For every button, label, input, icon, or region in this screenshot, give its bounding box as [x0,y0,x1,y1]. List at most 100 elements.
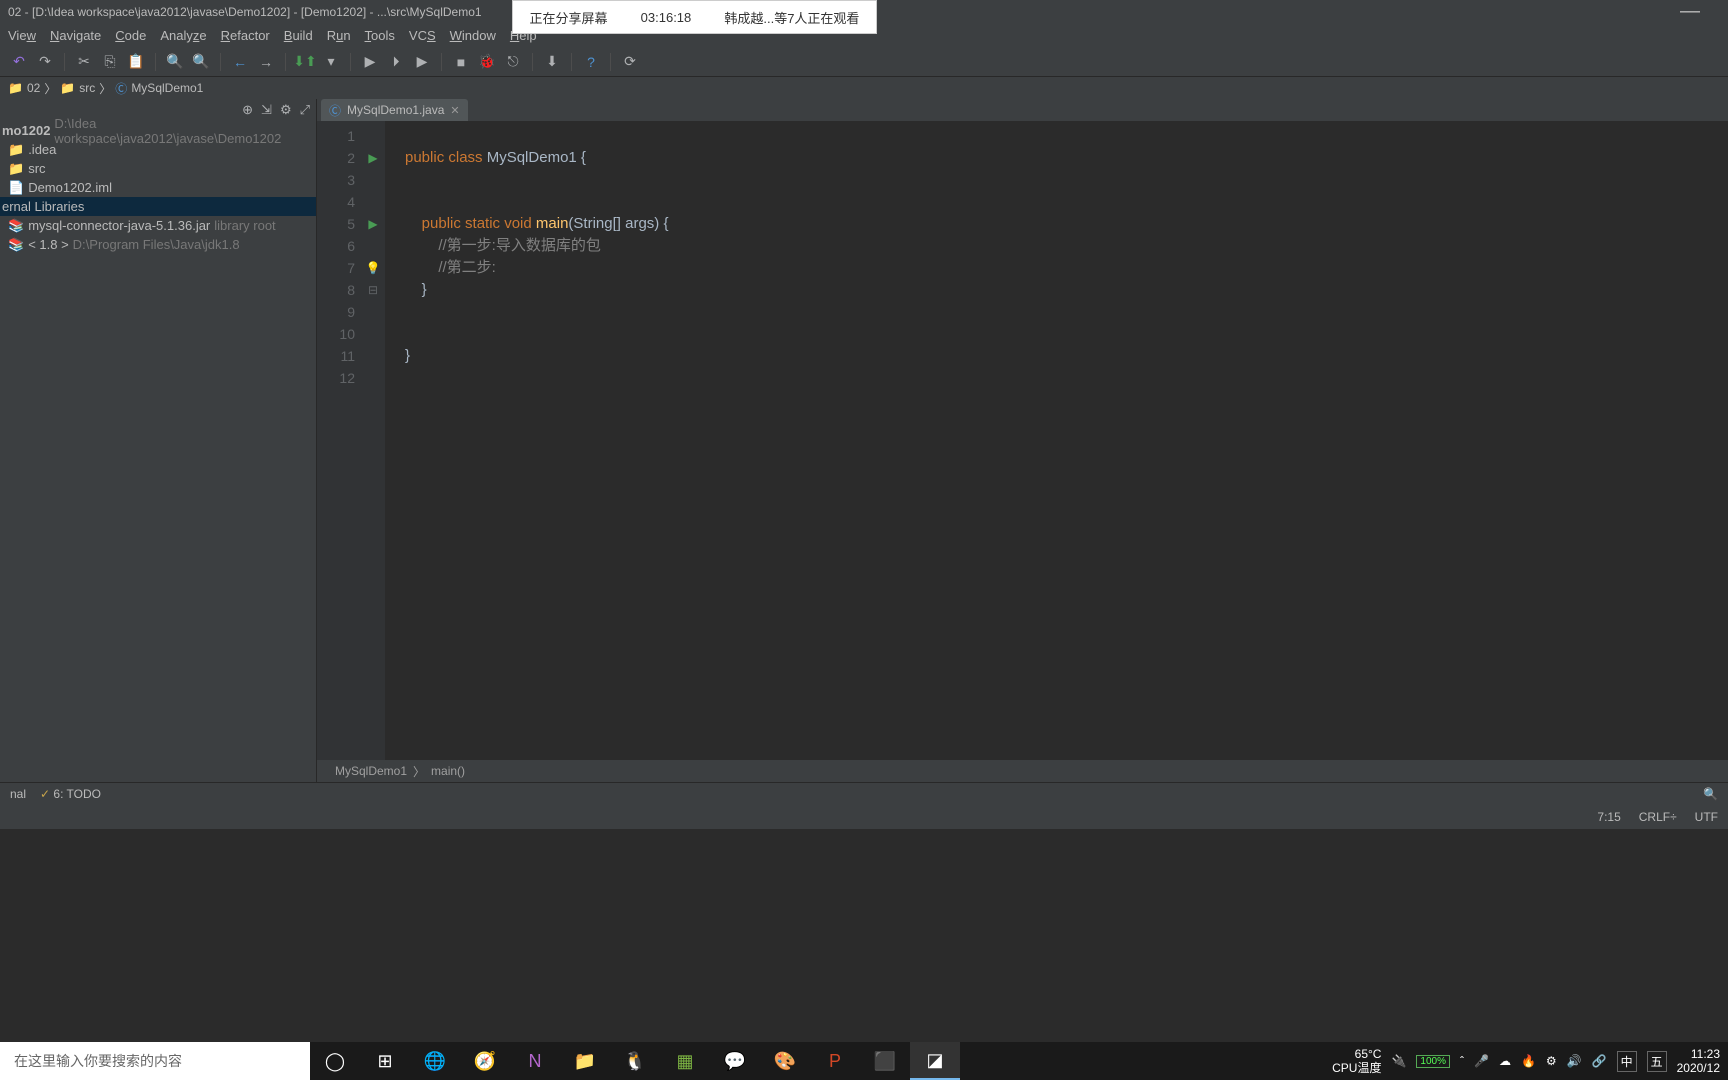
menu-code[interactable]: Code [115,28,146,43]
code-content[interactable]: public class MySqlDemo1 { public static … [385,121,1728,760]
library-icon: 📚 [8,237,24,253]
crumb-method[interactable]: main() [431,764,465,778]
breadcrumb-item[interactable]: Ⓒ MySqlDemo1 [115,80,203,97]
main-panel: ⊕ ⇲ ⚙ ⤢ mo1202 D:\Idea workspace\java201… [0,99,1728,782]
caret-position[interactable]: 7:15 [1597,810,1620,824]
terminal-tab[interactable]: nal [10,787,26,801]
window-minimize-button[interactable]: — [1680,0,1720,23]
onenote-icon[interactable]: N [510,1042,560,1080]
back-icon[interactable]: ← [231,53,249,71]
paste-icon[interactable]: 📋 [127,53,145,71]
paint-icon[interactable]: 🎨 [760,1042,810,1080]
profile-icon[interactable]: ⬇ [543,53,561,71]
editor-tabs: Ⓒ MySqlDemo1.java ✕ [317,99,1728,121]
update-icon[interactable]: ⟳ [621,53,639,71]
chrome-icon[interactable]: 🌐 [410,1042,460,1080]
breadcrumb-item[interactable]: 📁 src [60,81,95,95]
stop-icon[interactable]: ■ [452,53,470,71]
attach-icon[interactable]: ⎋ [504,53,522,71]
task-view-icon[interactable]: ◯ [310,1042,360,1080]
editor-tab[interactable]: Ⓒ MySqlDemo1.java ✕ [321,99,468,121]
config-dropdown[interactable]: ▾ [322,53,340,71]
ime-method[interactable]: 五 [1647,1051,1667,1072]
tray-icon[interactable]: ⚙ [1546,1054,1557,1068]
windows-search-box[interactable]: 在这里输入你要搜索的内容 [0,1042,310,1080]
replace-icon[interactable]: 🔍 [192,53,210,71]
menu-refactor[interactable]: Refactor [221,28,270,43]
menu-analyze[interactable]: Analyze [160,28,206,43]
tree-folder-src[interactable]: 📁 src [0,159,316,178]
tree-library-jdk[interactable]: 📚 < 1.8 > D:\Program Files\Java\jdk1.8 [0,235,316,254]
cpu-temp-widget[interactable]: 65°C CPU温度 [1332,1047,1381,1075]
system-tray: 65°C CPU温度 🔌 100% ˆ 🎤 ☁ 🔥 ⚙ 🔊 🔗 中 五 11:2… [1332,1047,1728,1075]
help-icon[interactable]: ? [582,53,600,71]
title-text: 02 - [D:\Idea workspace\java2012\javase\… [8,5,482,19]
search-everywhere-icon[interactable]: 🔍 [1703,787,1718,801]
library-icon: 📚 [8,218,24,234]
crumb-separator: 〉 [413,763,425,780]
run-icon[interactable]: ▶ [361,53,379,71]
cloud-icon[interactable]: ☁ [1499,1054,1511,1068]
copy-icon[interactable]: ⎘ [101,53,119,71]
menu-view[interactable]: View [8,28,36,43]
breadcrumb-separator: 〉 [44,80,56,97]
power-icon[interactable]: 🔌 [1391,1054,1406,1068]
undo-icon[interactable]: ↶ [10,53,28,71]
file-encoding[interactable]: UTF [1695,810,1718,824]
line-separator[interactable]: CRLF÷ [1639,810,1677,824]
explorer-icon[interactable]: 📁 [560,1042,610,1080]
class-icon: Ⓒ [115,80,127,97]
close-icon[interactable]: ✕ [450,104,459,117]
tree-external-libraries[interactable]: ernal Libraries [0,197,316,216]
battery-indicator[interactable]: 100% [1416,1055,1450,1068]
crumb-class[interactable]: MySqlDemo1 [335,764,407,778]
folder-icon: 📁 [8,81,23,95]
search-icon[interactable]: 🔍 [166,53,184,71]
project-root[interactable]: mo1202 D:\Idea workspace\java2012\javase… [0,121,316,140]
separator [441,53,442,71]
powerpoint-icon[interactable]: P [810,1042,860,1080]
screen-share-overlay: 正在分享屏幕 03:16:18 韩成越...等7人正在观看 [512,0,877,34]
menu-vcs[interactable]: VCS [409,28,436,43]
wechat-icon[interactable]: 💬 [710,1042,760,1080]
menu-navigate[interactable]: Navigate [50,28,101,43]
network-icon[interactable]: 🔗 [1592,1054,1607,1068]
menu-run[interactable]: Run [327,28,351,43]
menu-build[interactable]: Build [284,28,313,43]
ime-lang[interactable]: 中 [1617,1051,1637,1072]
intellij-icon[interactable]: ◪ [910,1042,960,1080]
obs-icon[interactable]: ⬛ [860,1042,910,1080]
menu-window[interactable]: Window [450,28,496,43]
build-icon[interactable]: ⬇⬆ [296,53,314,71]
tree-library-mysql[interactable]: 📚 mysql-connector-java-5.1.36.jar librar… [0,216,316,235]
cortana-icon[interactable]: ⊞ [360,1042,410,1080]
bug-icon[interactable]: 🐞 [478,53,496,71]
separator [285,53,286,71]
share-time: 03:16:18 [641,10,692,25]
debug-icon[interactable]: ⏵ [387,53,405,71]
redo-icon[interactable]: ↷ [36,53,54,71]
mic-icon[interactable]: 🎤 [1474,1054,1489,1068]
tray-chevron-icon[interactable]: ˆ [1460,1054,1464,1068]
navigation-breadcrumb: 📁 02 〉 📁 src 〉 Ⓒ MySqlDemo1 [0,77,1728,99]
qq-icon[interactable]: 🐧 [610,1042,660,1080]
bottom-right-tools: 🔍 [1703,787,1718,801]
volume-icon[interactable]: 🔊 [1567,1054,1582,1068]
forward-icon[interactable]: → [257,53,275,71]
breadcrumb-item[interactable]: 📁 02 [8,81,40,95]
taskbar-apps: ◯ ⊞ 🌐 🧭 N 📁 🐧 ▦ 💬 🎨 P ⬛ ◪ [310,1042,960,1080]
app-icon[interactable]: ▦ [660,1042,710,1080]
menu-tools[interactable]: Tools [365,28,395,43]
main-toolbar: ↶ ↷ ✂ ⎘ 📋 🔍 🔍 ← → ⬇⬆ ▾ ▶ ⏵ ▶ ■ 🐞 ⎋ ⬇ ? ⟳ [0,47,1728,77]
file-icon: 📄 [8,180,24,196]
edge-icon[interactable]: 🧭 [460,1042,510,1080]
todo-tab[interactable]: ✓ 6: TODO [40,787,101,801]
code-editor[interactable]: 123456789101112 ▶ ▶ 💡⊟ public class MySq… [317,121,1728,760]
coverage-icon[interactable]: ▶ [413,53,431,71]
separator [155,53,156,71]
tray-icon[interactable]: 🔥 [1521,1054,1536,1068]
tree-file-iml[interactable]: 📄 Demo1202.iml [0,178,316,197]
cut-icon[interactable]: ✂ [75,53,93,71]
clock-widget[interactable]: 11:23 2020/12 [1677,1047,1720,1075]
separator [571,53,572,71]
